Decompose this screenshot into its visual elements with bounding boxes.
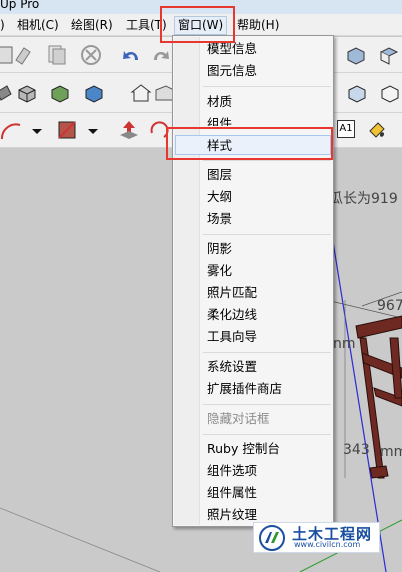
watermark: 土木工程网 www.civilcn.com: [253, 522, 380, 553]
tooltip-length-text: 瓜长为919: [329, 191, 398, 207]
text-tool-button[interactable]: A1: [337, 120, 355, 138]
rotate-icon[interactable]: [148, 119, 170, 141]
top-view-icon[interactable]: [378, 44, 400, 66]
menu-item-extension-warehouse[interactable]: 扩展插件商店: [207, 381, 282, 397]
watermark-url: www.civilcn.com: [294, 540, 361, 549]
menu-draw[interactable]: 绘图(R): [71, 17, 113, 34]
highlighted-item-background: [175, 135, 331, 155]
menu-item-entity-info[interactable]: 图元信息: [207, 63, 257, 79]
menu-item-model-info[interactable]: 模型信息: [207, 41, 257, 57]
arc-dropdown-icon[interactable]: [29, 120, 45, 142]
menu-tools[interactable]: 工具(T): [126, 17, 167, 34]
menu-bar: ) 相机(C) 绘图(R) 工具(T) 窗口(W) 帮助(H): [0, 14, 402, 36]
menu-item-component-attributes[interactable]: 组件属性: [207, 485, 257, 501]
wireframe-icon[interactable]: [49, 82, 71, 104]
menu-item-hide-dialogs: 隐藏对话框: [207, 411, 270, 426]
window-menu-dropdown: 模型信息 图元信息 材质 组件 样式 图层 大纲 场景 阴影 雾化 照片匹配 柔…: [172, 35, 334, 527]
dimension-unit-mm: mm: [380, 444, 402, 460]
back-view-icon[interactable]: [346, 82, 368, 104]
menu-item-scenes[interactable]: 场景: [207, 211, 232, 227]
menu-item-components[interactable]: 组件: [207, 116, 232, 126]
menu-item-layers[interactable]: 图层: [207, 167, 232, 183]
left-view-icon[interactable]: [379, 82, 401, 104]
menu-item-ruby-console[interactable]: Ruby 控制台: [207, 441, 280, 457]
separator: [203, 404, 331, 405]
menu-item-instructor[interactable]: 工具向导: [207, 329, 257, 345]
menu-item-shadows[interactable]: 阴影: [207, 241, 232, 257]
separator: [203, 234, 331, 235]
menu-item-materials[interactable]: 材质: [207, 94, 232, 110]
title-bar: Up Pro: [0, 0, 402, 14]
dimension-343: 343: [343, 442, 370, 458]
menu-item-component-options[interactable]: 组件选项: [207, 463, 257, 479]
arc-icon[interactable]: [0, 119, 22, 141]
menu-item-fog[interactable]: 雾化: [207, 263, 232, 279]
watermark-logo-icon: [259, 525, 285, 551]
menu-item-soften-edges[interactable]: 柔化边线: [207, 307, 257, 323]
dimension-unit-nm: nm: [333, 336, 356, 352]
menu-partial[interactable]: ): [0, 17, 5, 34]
push-pull-icon[interactable]: [118, 119, 140, 141]
erase-icon[interactable]: [12, 44, 34, 66]
menu-window[interactable]: 窗口(W): [174, 16, 228, 35]
menu-item-outliner[interactable]: 大纲: [207, 189, 232, 205]
copy-icon[interactable]: [46, 44, 68, 66]
guide-line: [0, 507, 161, 572]
menu-item-match-photo[interactable]: 照片匹配: [207, 285, 257, 301]
undo-icon[interactable]: [120, 44, 142, 66]
separator: [203, 434, 331, 435]
shaded-icon[interactable]: [83, 82, 105, 104]
text-tool-label: A1: [339, 123, 353, 134]
dropdown-icon-strip: [174, 37, 200, 525]
menu-item-photo-textures[interactable]: 照片纹理: [207, 507, 257, 523]
rectangle-icon[interactable]: [56, 119, 78, 141]
rectangle-dropdown-icon[interactable]: [85, 120, 101, 142]
dimension-967: 967: [377, 298, 402, 314]
xray-icon[interactable]: [16, 82, 38, 104]
menu-item-preferences[interactable]: 系统设置: [207, 359, 257, 375]
iso-view-icon[interactable]: [345, 44, 367, 66]
separator: [203, 160, 331, 161]
delete-icon[interactable]: [80, 44, 102, 66]
separator: [203, 86, 331, 87]
separator: [203, 352, 331, 353]
window-title: Up Pro: [0, 0, 40, 11]
menu-item-styles[interactable]: 样式: [207, 138, 232, 154]
paint-bucket-icon[interactable]: [366, 119, 388, 141]
redo-icon[interactable]: [150, 44, 172, 66]
home-icon[interactable]: [130, 82, 152, 104]
menu-help[interactable]: 帮助(H): [237, 17, 279, 34]
menu-camera[interactable]: 相机(C): [17, 17, 59, 34]
